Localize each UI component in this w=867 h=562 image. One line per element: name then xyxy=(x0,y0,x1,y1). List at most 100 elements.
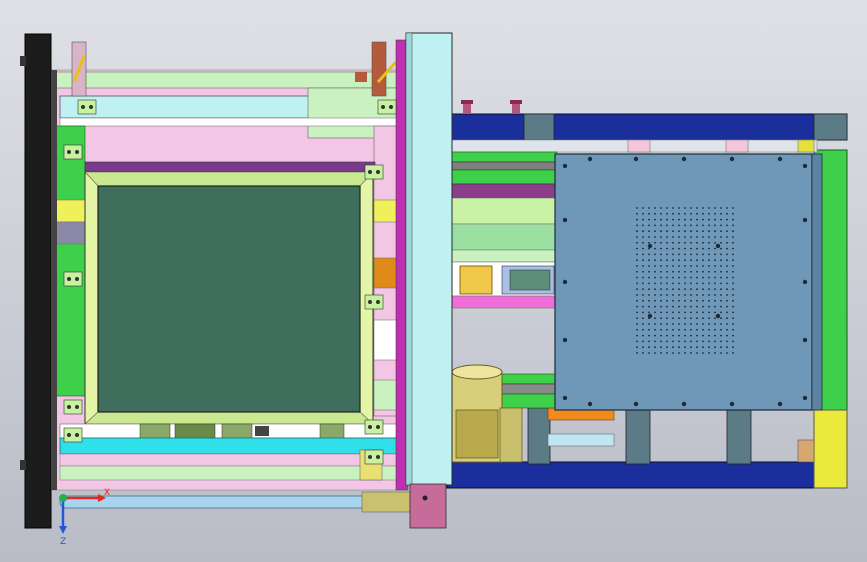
plate-hole xyxy=(732,323,734,325)
plate-hole xyxy=(636,241,638,244)
plate-hole xyxy=(696,305,698,308)
plate-hole xyxy=(660,282,662,285)
plate-hole xyxy=(720,230,722,233)
plate-hole xyxy=(702,294,704,296)
plate-hole xyxy=(660,288,662,291)
clamp-bracket xyxy=(364,449,384,465)
plate-hole xyxy=(696,346,698,349)
plate-hole xyxy=(666,207,668,209)
plate-hole xyxy=(708,294,710,296)
mount-hole xyxy=(562,395,568,401)
plate-hole xyxy=(714,323,716,325)
plate-hole xyxy=(720,288,722,291)
plate-hole xyxy=(714,311,716,314)
mount-hole xyxy=(562,337,568,343)
plate-hole xyxy=(636,346,638,349)
plate-hole xyxy=(654,288,656,291)
plate-hole xyxy=(654,270,656,273)
plate-hole xyxy=(636,294,638,296)
plate-hole xyxy=(654,294,656,296)
plate-hole xyxy=(702,323,704,325)
plate-hole xyxy=(678,299,680,302)
plate-hole xyxy=(654,299,656,302)
plate-hole xyxy=(720,259,722,262)
plate-hole xyxy=(732,247,734,250)
plate-hole xyxy=(642,294,644,296)
plate-hole xyxy=(708,352,710,354)
plate-hole xyxy=(642,334,644,337)
plate-hole xyxy=(708,282,710,285)
plate-hole xyxy=(720,328,722,331)
plate-hole xyxy=(690,294,692,296)
plate-hole xyxy=(726,253,728,256)
clamp-bracket xyxy=(377,99,397,115)
mount-hole xyxy=(681,156,687,162)
plate-hole xyxy=(726,270,728,273)
plate-hole xyxy=(660,276,662,279)
plate-hole xyxy=(666,276,668,279)
plate-hole xyxy=(720,241,722,244)
plate-hole xyxy=(726,212,728,215)
plate-hole xyxy=(666,218,668,221)
plate-hole xyxy=(684,247,686,250)
coordinate-triad: X Z xyxy=(59,488,110,547)
plate-hole xyxy=(654,334,656,337)
plate-hole xyxy=(642,247,644,250)
plate-hole xyxy=(684,224,686,227)
plate-hole xyxy=(678,236,680,238)
plate-hole xyxy=(714,212,716,215)
mount-hole xyxy=(715,243,721,249)
plate-hole xyxy=(636,288,638,291)
plate-hole xyxy=(642,299,644,302)
plate-hole xyxy=(720,346,722,349)
plate-hole xyxy=(732,346,734,349)
plate-hole xyxy=(696,247,698,250)
plate-hole xyxy=(714,247,716,250)
plate-hole xyxy=(726,282,728,285)
plate-hole xyxy=(708,276,710,279)
plate-hole xyxy=(702,230,704,233)
plate-hole xyxy=(648,230,650,233)
mount-hole xyxy=(647,313,653,319)
plate-hole xyxy=(636,352,638,354)
mount-hole xyxy=(729,401,735,407)
plate-hole xyxy=(690,230,692,233)
plate-hole xyxy=(732,218,734,221)
plate-hole xyxy=(690,270,692,273)
plate-hole xyxy=(708,259,710,262)
plate-hole xyxy=(696,340,698,343)
plate-hole xyxy=(654,340,656,343)
clamp-bracket xyxy=(63,271,83,287)
plate-hole xyxy=(642,346,644,349)
plate-hole xyxy=(672,346,674,349)
plate-hole xyxy=(696,276,698,279)
plate-hole xyxy=(672,317,674,320)
plate-hole xyxy=(702,299,704,302)
plate-hole xyxy=(720,340,722,343)
mount-hole xyxy=(562,163,568,169)
plate-hole xyxy=(636,305,638,308)
plate-hole xyxy=(726,305,728,308)
plate-hole xyxy=(684,230,686,233)
plate-hole xyxy=(648,207,650,209)
plate-hole xyxy=(720,334,722,337)
plate-hole xyxy=(642,207,644,209)
plate-hole xyxy=(720,212,722,215)
plate-hole xyxy=(732,340,734,343)
plate-hole xyxy=(720,276,722,279)
triad-z-label: Z xyxy=(60,537,66,547)
plate-hole xyxy=(726,265,728,267)
plate-hole xyxy=(702,346,704,349)
plate-hole xyxy=(696,317,698,320)
plate-hole xyxy=(714,236,716,238)
plate-hole xyxy=(636,259,638,262)
plate-hole xyxy=(690,352,692,354)
plate-hole xyxy=(690,212,692,215)
plate-hole xyxy=(678,218,680,221)
plate-hole xyxy=(660,346,662,349)
plate-hole xyxy=(642,276,644,279)
plate-hole xyxy=(732,207,734,209)
plate-hole xyxy=(708,305,710,308)
plate-hole xyxy=(678,352,680,354)
cad-viewport[interactable]: X Z xyxy=(0,0,867,562)
